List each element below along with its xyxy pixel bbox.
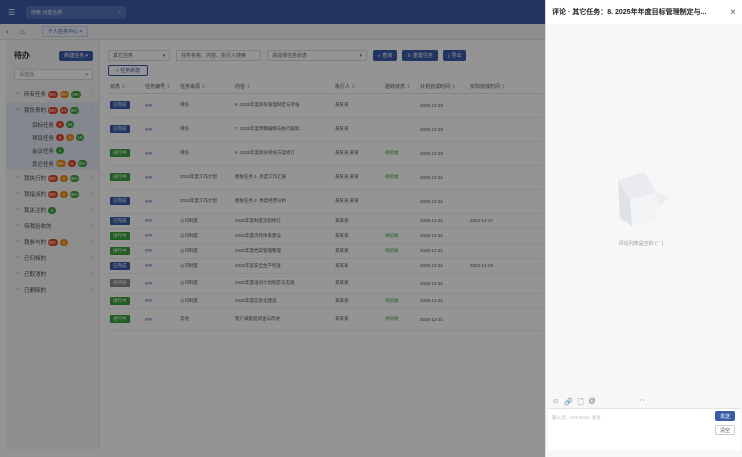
empty-text: 评论列表是空的 (' ' ) <box>618 241 664 247</box>
close-icon[interactable]: × <box>724 7 742 18</box>
modal-overlay[interactable] <box>0 0 545 457</box>
clear-button[interactable]: 清空 <box>715 425 735 435</box>
resize-handle[interactable]: ︿ <box>639 394 645 403</box>
comment-placeholder: 输入后，Ctrl+Enter 发送 <box>552 415 601 420</box>
drawer-header: 评论 · 其它任务：8. 2025年年度目标管理制定与... × <box>546 0 742 24</box>
drawer-title: 评论 · 其它任务：8. 2025年年度目标管理制定与... <box>552 9 707 16</box>
comment-editor[interactable]: 输入后，Ctrl+Enter 发送 发送 清空 <box>548 408 741 450</box>
send-button[interactable]: 发送 <box>715 411 735 421</box>
comment-drawer: 评论 · 其它任务：8. 2025年年度目标管理制定与... × 评论列表是空的… <box>545 0 742 457</box>
app-window: ☰ 搜索 功能名称 ⌕ ‹ ⌂ 个人任务中心 × 待办 新建任务 ▾ 请选择 ▾… <box>0 0 742 457</box>
empty-box-icon <box>618 172 670 226</box>
empty-state: 评论列表是空的 (' ' ) <box>601 162 681 247</box>
